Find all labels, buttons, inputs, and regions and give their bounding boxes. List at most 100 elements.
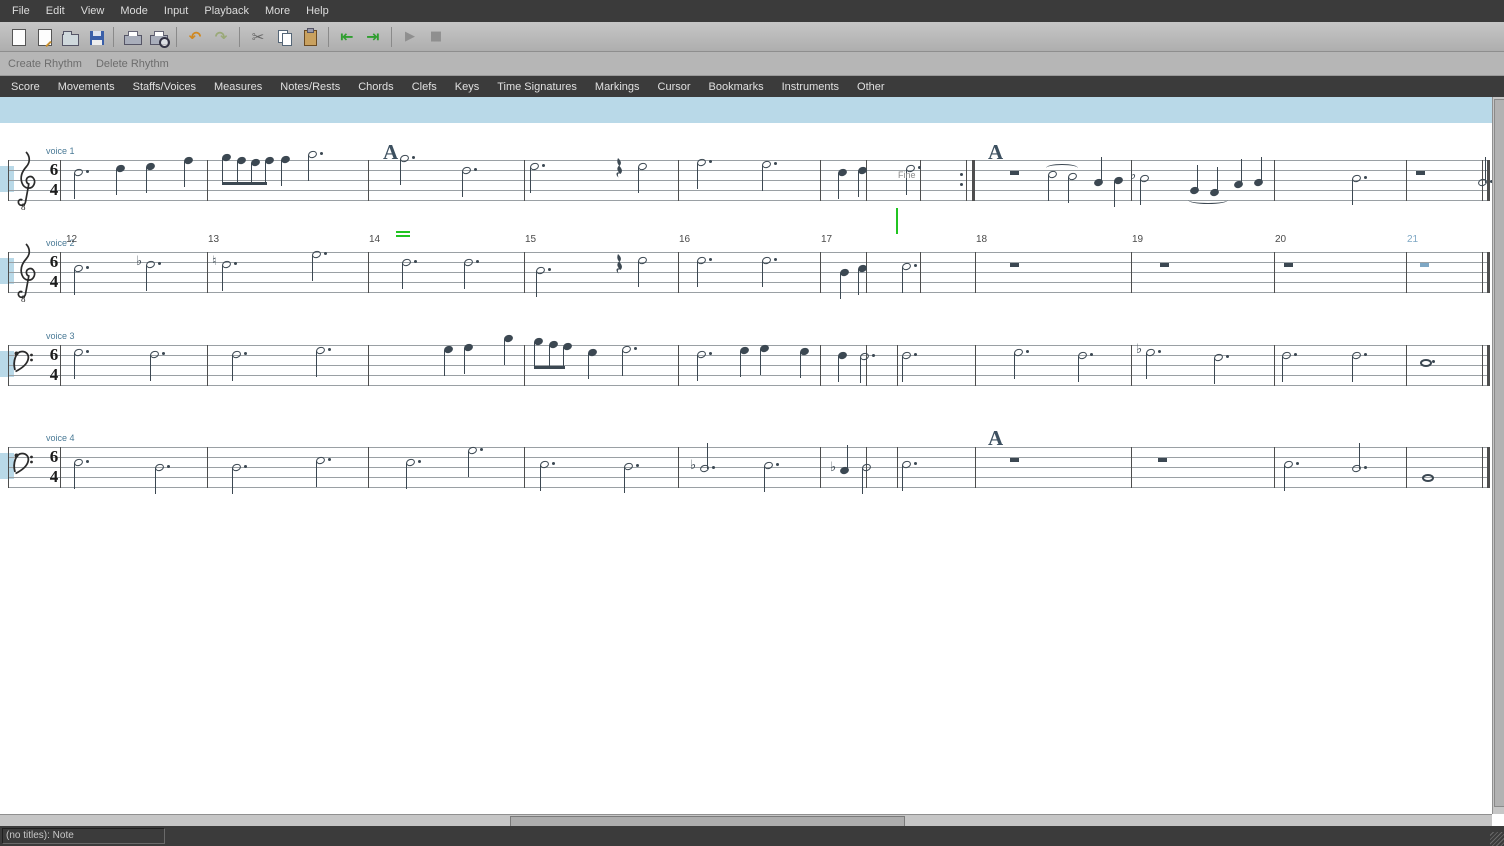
rehearsal-mark: A [383, 140, 398, 165]
note-stem [1359, 443, 1360, 469]
staff-line [8, 252, 1490, 253]
treble-clef-icon [13, 238, 39, 307]
quarter-rest[interactable] [616, 254, 625, 281]
note-stem [222, 158, 223, 185]
whole-rest[interactable] [1160, 263, 1169, 267]
augmentation-dot [709, 258, 712, 261]
barline [207, 252, 208, 293]
note-stem [697, 163, 698, 189]
augmentation-dot [1364, 176, 1367, 179]
note-stem [232, 468, 233, 494]
note-stem [222, 265, 223, 291]
cursor-dash-mark[interactable] [396, 231, 410, 233]
vertical-scrollbar[interactable] [1492, 97, 1504, 814]
note-stem [530, 167, 531, 193]
note-stem [312, 255, 313, 281]
whole-rest[interactable] [1416, 171, 1425, 175]
vertical-scrollbar-thumb[interactable] [1494, 99, 1504, 807]
barline [678, 447, 679, 488]
barline [820, 345, 821, 386]
note-stem [150, 355, 151, 381]
staff-line [8, 375, 1490, 376]
tie [1188, 196, 1228, 204]
augmentation-dot [914, 264, 917, 267]
whole-rest[interactable] [1420, 263, 1429, 267]
accidental: ♭ [690, 459, 696, 472]
cursor-dash-mark[interactable] [396, 235, 410, 237]
bass-clef-icon [12, 346, 34, 381]
note-stem [464, 263, 465, 289]
note-head[interactable] [1422, 474, 1434, 482]
augmentation-dot [320, 152, 323, 155]
barline [1274, 252, 1275, 293]
beam [534, 366, 565, 369]
barline [368, 252, 369, 293]
augmentation-dot [476, 260, 479, 263]
note-stem [281, 160, 282, 186]
barline [368, 345, 369, 386]
note-stem [762, 165, 763, 191]
augmentation-dot [86, 170, 89, 173]
barline [1406, 447, 1407, 488]
measure-number: 15 [525, 234, 536, 245]
augmentation-dot [548, 268, 551, 271]
quarter-rest[interactable] [616, 158, 625, 185]
note-stem [1114, 181, 1115, 207]
time-signature: 64 [46, 160, 62, 200]
staff-line [8, 190, 1490, 191]
barline [207, 345, 208, 386]
rehearsal-mark: A [988, 140, 1003, 165]
augmentation-dot [158, 262, 161, 265]
measure-number: 21 [1407, 234, 1418, 245]
fine-marking: Fine [898, 170, 916, 180]
note-stem [232, 355, 233, 381]
note-stem [116, 169, 117, 195]
whole-rest[interactable] [1284, 263, 1293, 267]
barline [678, 160, 679, 201]
status-message: (no titles): Note [2, 828, 165, 844]
final-barline-thin [1482, 252, 1483, 293]
note-stem [1261, 157, 1262, 183]
measure-number: 12 [66, 234, 77, 245]
final-barline-thin [1482, 447, 1483, 488]
note-stem [764, 466, 765, 492]
whole-rest[interactable] [1010, 263, 1019, 267]
system-start-barline [8, 345, 9, 386]
insertion-cursor[interactable] [896, 208, 898, 234]
augmentation-dot [774, 162, 777, 165]
barline [975, 345, 976, 386]
staff-line [8, 487, 1490, 488]
barline [1131, 252, 1132, 293]
note-stem [536, 271, 537, 297]
note-stem [847, 445, 848, 471]
barline [524, 160, 525, 201]
staff-line [8, 457, 1490, 458]
note-stem [858, 269, 859, 295]
note-head[interactable] [1420, 359, 1432, 367]
augmentation-dot [1432, 360, 1435, 363]
augmentation-dot [914, 462, 917, 465]
resize-grip-icon[interactable] [1490, 832, 1504, 846]
note-stem [74, 463, 75, 489]
repeat-barline-thin [966, 160, 967, 201]
whole-rest[interactable] [1010, 458, 1019, 462]
note-stem [146, 265, 147, 291]
horizontal-scrollbar[interactable] [0, 814, 1492, 826]
note-stem [860, 357, 861, 383]
augmentation-dot [1026, 350, 1029, 353]
note-stem [402, 263, 403, 289]
note-stem [74, 173, 75, 199]
augmentation-dot [1294, 353, 1297, 356]
note-stem [862, 468, 863, 494]
repeat-dot [960, 173, 963, 176]
barline [820, 160, 821, 201]
measure-number: 16 [679, 234, 690, 245]
staff-line [8, 467, 1490, 468]
augmentation-dot [712, 466, 715, 469]
note-stem [462, 171, 463, 197]
measure-number: 14 [369, 234, 380, 245]
score-canvas[interactable]: voice 1864♭voice 2864♭♮voice 364♭voice 4… [0, 0, 1504, 846]
whole-rest[interactable] [1010, 171, 1019, 175]
whole-rest[interactable] [1158, 458, 1167, 462]
barline [866, 252, 867, 293]
